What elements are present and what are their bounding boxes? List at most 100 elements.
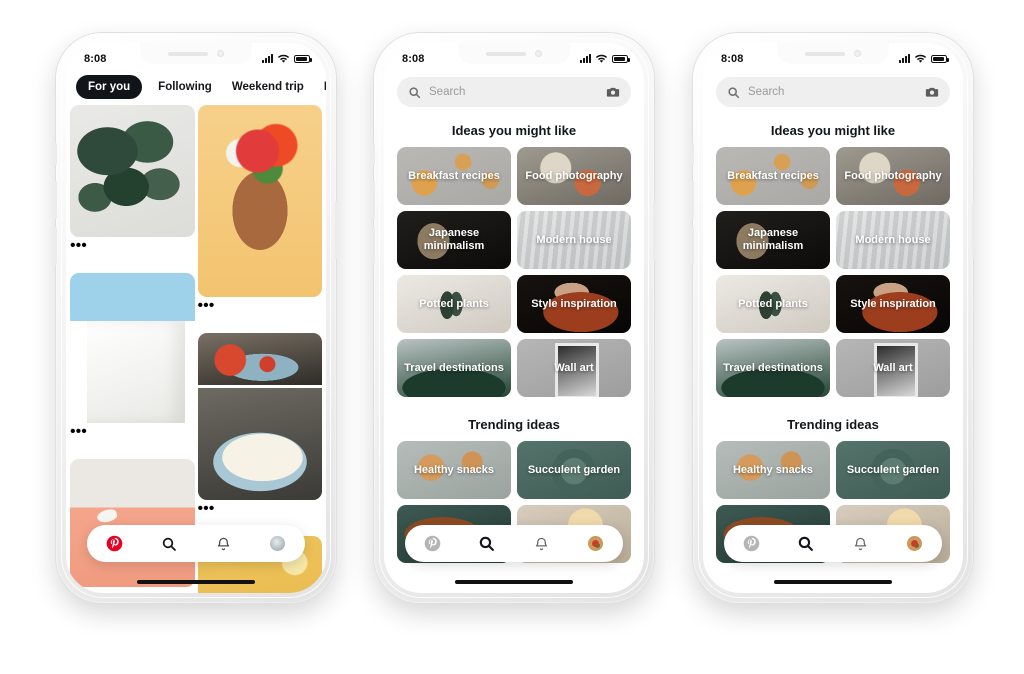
tile-succulent-garden[interactable]: Succulent garden [517,441,631,499]
pin-column-right: ••• ••• [197,105,323,593]
search-input[interactable]: Search [397,77,631,107]
section-title-trending: Trending ideas [468,417,560,432]
pin-overflow-icon[interactable]: ••• [70,237,195,255]
nav-home[interactable] [99,529,129,559]
pin-masonry-grid[interactable]: ••• ••• ••• ••• [66,105,326,593]
tile-modern-house[interactable]: Modern house [517,211,631,269]
tile-breakfast-recipes[interactable]: Breakfast recipes [716,147,830,205]
tile-potted-plants[interactable]: Potted plants [716,275,830,333]
search-icon [728,86,740,98]
pin-overflow-icon[interactable]: ••• [198,500,323,518]
tile-food-photography[interactable]: Food photography [517,147,631,205]
status-time: 8:08 [721,52,744,65]
mute-switch[interactable] [691,143,694,165]
home-indicator[interactable] [774,580,892,584]
nav-home[interactable] [736,529,766,559]
tab-for-you[interactable]: For you [76,75,143,99]
power-button[interactable] [335,201,338,259]
mute-switch[interactable] [54,143,57,165]
status-icons [262,54,312,64]
wifi-icon [277,54,290,63]
pin-card[interactable]: ••• [197,105,323,330]
status-time: 8:08 [84,52,107,65]
tile-label: Food photography [844,169,942,182]
volume-up-button[interactable] [54,181,57,219]
volume-up-button[interactable] [691,181,694,219]
pin-overflow-icon[interactable]: ••• [198,297,323,315]
home-indicator[interactable] [137,580,255,584]
phone3-screen: 8:08 Search Ideas you might like Breakfa… [703,43,963,593]
nav-search[interactable] [472,529,502,559]
tile-healthy-snacks[interactable]: Healthy snacks [397,441,511,499]
home-indicator[interactable] [455,580,573,584]
wifi-icon [914,54,927,63]
tile-healthy-snacks[interactable]: Healthy snacks [716,441,830,499]
nav-notifications[interactable] [845,529,875,559]
notch [458,43,570,64]
nav-search[interactable] [791,529,821,559]
nav-profile[interactable] [900,529,930,559]
tile-label: Succulent garden [527,463,621,476]
pin-tacos[interactable] [197,388,322,500]
volume-down-button[interactable] [372,227,375,265]
wifi-icon [595,54,608,63]
tile-japanese-minimalism[interactable]: Japanese minimalism [716,211,830,269]
pin-rubber-plant[interactable] [70,105,195,237]
volume-up-button[interactable] [372,181,375,219]
power-button[interactable] [972,201,975,259]
tile-wall-art[interactable]: Wall art [836,339,950,397]
search-icon [799,536,814,551]
tile-modern-house[interactable]: Modern house [836,211,950,269]
tile-travel-destinations[interactable]: Travel destinations [397,339,511,397]
volume-down-button[interactable] [691,227,694,265]
tile-label: Wall art [554,361,594,374]
nav-home[interactable] [417,529,447,559]
status-time: 8:08 [402,52,425,65]
search-input[interactable]: Search [716,77,950,107]
volume-down-button[interactable] [54,227,57,265]
tile-succulent-garden[interactable]: Succulent garden [836,441,950,499]
bottom-navigation-bar[interactable] [87,525,305,562]
nav-profile[interactable] [263,529,293,559]
tile-breakfast-recipes[interactable]: Breakfast recipes [397,147,511,205]
status-icons [580,54,630,64]
tile-style-inspiration[interactable]: Style inspiration [517,275,631,333]
tile-wall-art[interactable]: Wall art [517,339,631,397]
pin-pink-sand[interactable] [70,459,195,587]
pin-flower-crown-portrait[interactable] [197,105,322,297]
tile-travel-destinations[interactable]: Travel destinations [716,339,830,397]
pin-food-table[interactable] [197,333,322,385]
nav-notifications[interactable] [208,529,238,559]
screenshot-stage: 8:08 For you Following Weekend trip Kitc… [0,0,1024,674]
pin-card[interactable]: ••• [70,273,195,456]
tile-style-inspiration[interactable]: Style inspiration [836,275,950,333]
tile-japanese-minimalism[interactable]: Japanese minimalism [397,211,511,269]
bottom-navigation-bar[interactable] [724,525,942,562]
tab-kitchen[interactable]: Kitchen [320,75,326,99]
section-title-ideas: Ideas you might like [770,123,896,138]
tab-weekend-trip[interactable]: Weekend trip [228,75,308,99]
camera-icon[interactable] [606,86,620,98]
tab-following[interactable]: Following [154,75,216,99]
ideas-tile-grid[interactable]: Breakfast recipes Food photography Japan… [384,147,644,397]
front-camera-icon [854,50,861,57]
nav-search[interactable] [154,529,184,559]
tile-label: Healthy snacks [413,463,495,476]
ideas-tile-grid[interactable]: Breakfast recipes Food photography Japan… [703,147,963,397]
bottom-navigation-bar[interactable] [405,525,623,562]
camera-icon[interactable] [925,86,939,98]
tile-potted-plants[interactable]: Potted plants [397,275,511,333]
tile-label: Succulent garden [846,463,940,476]
feed-tab-bar[interactable]: For you Following Weekend trip Kitchen [66,70,326,107]
pin-card[interactable] [197,333,322,385]
pin-white-architecture[interactable] [70,273,195,423]
pin-card[interactable]: ••• [197,388,323,533]
pin-card[interactable]: ••• [70,105,195,270]
nav-notifications[interactable] [526,529,556,559]
pin-overflow-icon[interactable]: ••• [70,423,195,441]
mute-switch[interactable] [372,143,375,165]
nav-profile[interactable] [581,529,611,559]
power-button[interactable] [653,201,656,259]
tile-food-photography[interactable]: Food photography [836,147,950,205]
avatar-icon [588,536,604,551]
